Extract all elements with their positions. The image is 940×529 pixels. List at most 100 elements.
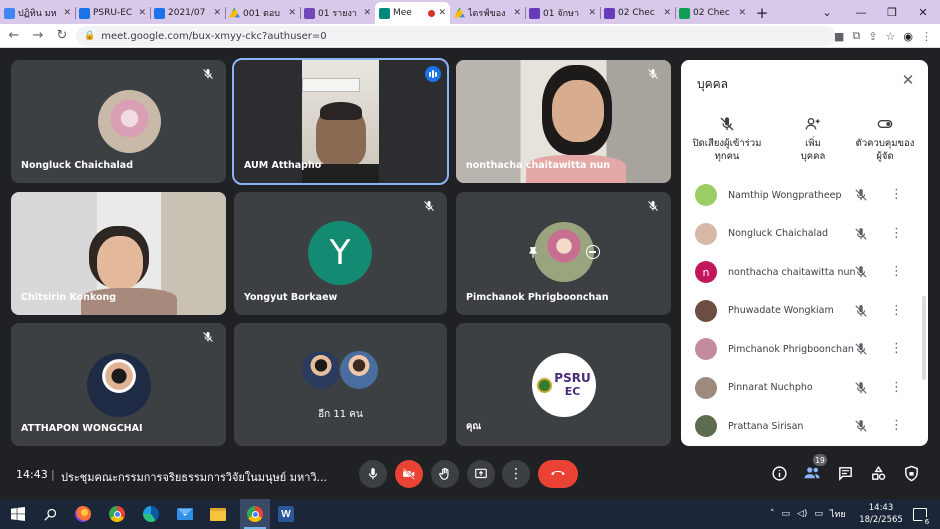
more-vert-icon[interactable]: ⋮ bbox=[890, 188, 903, 202]
participant-row[interactable]: Namthip Wongpratheep ⋮ bbox=[681, 176, 928, 214]
browser-tab[interactable]: 2021/07 ✕ bbox=[150, 2, 225, 24]
pin-icon[interactable] bbox=[526, 245, 540, 259]
close-tab-icon[interactable]: ✕ bbox=[438, 8, 446, 18]
browser-tab[interactable]: 01 รายงา ✕ bbox=[300, 2, 375, 24]
present-screen-button[interactable] bbox=[467, 460, 495, 488]
browser-tab[interactable]: 02 Chec ✕ bbox=[675, 2, 750, 24]
mail-icon[interactable] bbox=[175, 504, 195, 524]
more-vert-icon[interactable]: ⋮ bbox=[890, 226, 903, 241]
battery-icon[interactable]: ▭ bbox=[814, 509, 823, 519]
close-tab-icon[interactable]: ✕ bbox=[663, 8, 671, 18]
forms-favicon-icon bbox=[304, 7, 315, 19]
participant-row[interactable]: Nongluck Chaichalad ⋮ bbox=[681, 215, 928, 253]
remove-participant-icon[interactable] bbox=[586, 245, 600, 259]
add-people-button[interactable]: เพิ่ม บุคคล bbox=[773, 116, 853, 163]
more-vert-icon[interactable]: ⋮ bbox=[890, 342, 903, 356]
url-field[interactable]: 🔒 meet.google.com/bux-xmyy-ckc?authuser=… bbox=[76, 26, 836, 46]
volume-icon[interactable]: ◁) bbox=[797, 509, 807, 519]
mic-off-icon[interactable] bbox=[854, 419, 868, 433]
translate-icon[interactable]: ⧉ bbox=[852, 29, 860, 43]
share-icon[interactable]: ⇪ bbox=[868, 30, 877, 43]
panel-scrollbar[interactable] bbox=[922, 296, 926, 380]
participant-tile[interactable]: Pimchanok Phrigboonchan bbox=[456, 192, 671, 315]
camera-off-button[interactable] bbox=[395, 460, 423, 488]
search-icon[interactable] bbox=[40, 504, 60, 524]
reload-icon[interactable]: ↻ bbox=[50, 24, 74, 48]
close-tab-icon[interactable]: ✕ bbox=[213, 8, 221, 18]
browser-menu-icon[interactable]: ⋮ bbox=[921, 30, 932, 43]
browser-tab[interactable]: 001 ตอบ ✕ bbox=[225, 2, 300, 24]
chat-button[interactable] bbox=[835, 463, 855, 483]
more-vert-icon[interactable]: ⋮ bbox=[890, 303, 903, 318]
activities-button[interactable] bbox=[868, 463, 888, 483]
self-tile[interactable]: PSRU EC คุณ bbox=[456, 323, 671, 446]
restore-window-icon[interactable]: ❐ bbox=[877, 0, 907, 24]
host-controls-button[interactable]: ตัวควบคุมของ ผู้จัด bbox=[845, 116, 925, 163]
participant-tile[interactable]: ATTHAPON WONGCHAI bbox=[11, 323, 226, 446]
browser-tab-active[interactable]: Mee ✕ bbox=[375, 2, 450, 24]
edge-icon[interactable] bbox=[141, 504, 161, 524]
browser-tab[interactable]: ปฏิทิน มห ✕ bbox=[0, 2, 75, 24]
browser-tab[interactable]: 02 Chec ✕ bbox=[600, 2, 675, 24]
language-indicator[interactable]: ไทย bbox=[830, 507, 846, 521]
close-tab-icon[interactable]: ✕ bbox=[738, 8, 746, 18]
participant-tile[interactable]: Nongluck Chaichalad bbox=[11, 60, 226, 183]
participant-tile[interactable]: Y Yongyut Borkaew bbox=[234, 192, 447, 315]
file-explorer-icon[interactable] bbox=[208, 504, 228, 524]
participant-row[interactable]: Phuwadate Wongkiam ⋮ bbox=[681, 292, 928, 330]
close-tab-icon[interactable]: ✕ bbox=[63, 8, 71, 18]
notification-center-icon[interactable]: 6 bbox=[910, 504, 932, 527]
chrome-icon[interactable] bbox=[107, 504, 127, 524]
participant-row[interactable]: n nonthacha chaitawitta nun ⋮ bbox=[681, 253, 928, 291]
word-icon[interactable]: W bbox=[276, 504, 296, 524]
participant-tile[interactable]: Chitsirin Konkong bbox=[11, 192, 226, 315]
windows-start-icon[interactable] bbox=[8, 504, 28, 524]
firefox-icon[interactable] bbox=[73, 504, 93, 524]
tab-search-chevron-icon[interactable]: ⌄ bbox=[812, 0, 842, 24]
chrome-running-icon[interactable] bbox=[245, 504, 265, 524]
close-tab-icon[interactable]: ✕ bbox=[363, 8, 371, 18]
participant-row[interactable]: Pimchanok Phrigboonchan ⋮ bbox=[681, 330, 928, 368]
leave-call-button[interactable] bbox=[538, 460, 578, 488]
more-vert-icon[interactable]: ⋮ bbox=[890, 419, 903, 433]
meeting-details-button[interactable] bbox=[769, 463, 789, 483]
more-options-button[interactable]: ⋮ bbox=[502, 460, 530, 488]
close-window-icon[interactable]: ✕ bbox=[908, 0, 938, 24]
show-hidden-icons-icon[interactable]: ˄ bbox=[770, 509, 775, 519]
close-tab-icon[interactable]: ✕ bbox=[588, 8, 596, 18]
profile-icon[interactable]: ◉ bbox=[903, 30, 913, 43]
mic-off-icon[interactable] bbox=[854, 381, 868, 395]
mic-off-icon[interactable] bbox=[854, 304, 868, 318]
microphone-button[interactable] bbox=[359, 460, 387, 488]
participant-row[interactable]: Pinnarat Nuchpho ⋮ bbox=[681, 369, 928, 407]
mic-off-icon[interactable] bbox=[854, 342, 868, 356]
participant-row[interactable]: Prattana Sirisan ⋮ bbox=[681, 407, 928, 445]
mic-off-icon[interactable] bbox=[854, 188, 868, 202]
close-tab-icon[interactable]: ✕ bbox=[513, 8, 521, 18]
others-tile[interactable]: อีก 11 คน bbox=[234, 323, 447, 446]
back-arrow-icon[interactable]: ← bbox=[2, 24, 26, 48]
participant-tile-speaking[interactable]: AUM Atthapho bbox=[232, 58, 449, 185]
forward-arrow-icon[interactable]: → bbox=[26, 24, 50, 48]
more-vert-icon[interactable]: ⋮ bbox=[890, 265, 903, 279]
close-tab-icon[interactable]: ✕ bbox=[138, 8, 146, 18]
people-button[interactable] bbox=[802, 463, 822, 483]
browser-tab[interactable]: 01 จักษา ✕ bbox=[525, 2, 600, 24]
more-vert-icon[interactable]: ⋮ bbox=[890, 380, 903, 395]
taskbar-clock[interactable]: 14:43 18/2/2565 bbox=[856, 502, 906, 526]
participant-tile[interactable]: nonthacha chaitawitta nun bbox=[456, 60, 671, 183]
network-icon[interactable]: ▭ bbox=[782, 509, 791, 519]
mic-off-icon[interactable] bbox=[854, 227, 868, 241]
mic-off-icon[interactable] bbox=[854, 265, 868, 279]
close-panel-icon[interactable]: ✕ bbox=[900, 71, 916, 89]
close-tab-icon[interactable]: ✕ bbox=[288, 8, 296, 18]
mute-all-button[interactable]: ปิดเสียงผู้เข้าร่วม ทุกคน bbox=[687, 116, 767, 163]
raise-hand-button[interactable] bbox=[431, 460, 459, 488]
bookmark-star-icon[interactable]: ☆ bbox=[886, 30, 896, 43]
minimize-window-icon[interactable]: — bbox=[846, 0, 876, 24]
browser-tab[interactable]: PSRU-EC ✕ bbox=[75, 2, 150, 24]
host-controls-shield-button[interactable] bbox=[901, 463, 921, 483]
browser-tab[interactable]: ไดรฟ์ของ ✕ bbox=[450, 2, 525, 24]
camera-in-use-icon[interactable]: ■ bbox=[834, 30, 844, 43]
new-tab-button[interactable]: + bbox=[750, 2, 774, 24]
